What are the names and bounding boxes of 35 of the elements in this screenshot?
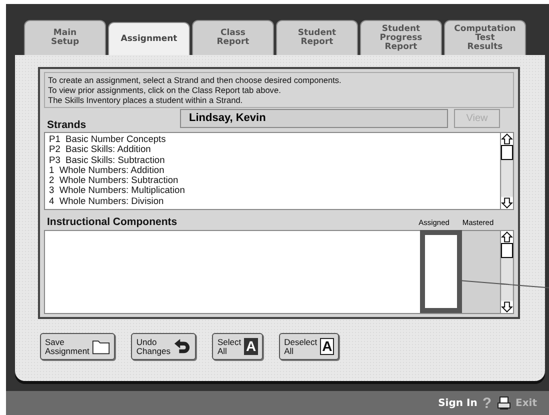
action-button[interactable]: Save Assignment [40,333,116,360]
strand-item[interactable]: P1 Basic Number Concepts [49,134,496,144]
strand-item[interactable]: 1 Whole Numbers: Addition [49,164,496,176]
tab[interactable]: Student Report [276,20,358,55]
scroll-up-icon[interactable] [501,133,513,145]
scroll-thumb[interactable] [501,145,513,160]
scroll-down-icon[interactable] [501,301,513,313]
letter-icon: A [244,338,258,355]
letter-icon: A [320,338,334,355]
strand-item[interactable]: P3 Basic Skills: Subtraction [49,154,496,165]
tab[interactable]: Class Report [192,20,274,55]
tab[interactable]: Computation Test Results [444,20,526,55]
instruction-text: The Skills Inventory places a student within a Strand. [48,95,244,105]
action-button[interactable]: Undo Changes [131,333,196,360]
instruction-text: To view prior assignments, click on the Class Report tab above. [48,85,282,95]
strand-item[interactable]: 2 Whole Numbers: Subtraction [49,175,496,186]
printer-icon[interactable] [496,396,510,410]
strand-item[interactable]: 3 Whole Numbers: Multiplication [49,185,496,196]
scrollbar[interactable] [500,133,513,209]
strand-item[interactable]: 4 Whole Numbers: Division [49,196,496,206]
tab[interactable]: Assignment [108,22,190,55]
tab[interactable]: Student Progress Report [360,20,442,55]
components-heading: Instructional Components [46,216,178,230]
tab[interactable]: Main Setup [24,20,106,55]
strands-heading: Strands [46,119,88,132]
scroll-down-icon[interactable] [501,197,513,209]
sign-in-link[interactable]: Sign In [438,398,478,408]
scroll-up-icon[interactable] [501,231,513,243]
strand-item[interactable]: P2 Basic Skills: Addition [49,144,496,155]
scroll-thumb[interactable] [501,243,513,258]
undo-arrow-icon [173,338,192,355]
instruction-text: To create an assignment, select a Strand and then choose desired components. [48,75,342,85]
folder-icon [92,338,110,355]
student-name-field: Lindsay, Kevin [180,109,448,128]
scrollbar[interactable] [500,231,513,313]
